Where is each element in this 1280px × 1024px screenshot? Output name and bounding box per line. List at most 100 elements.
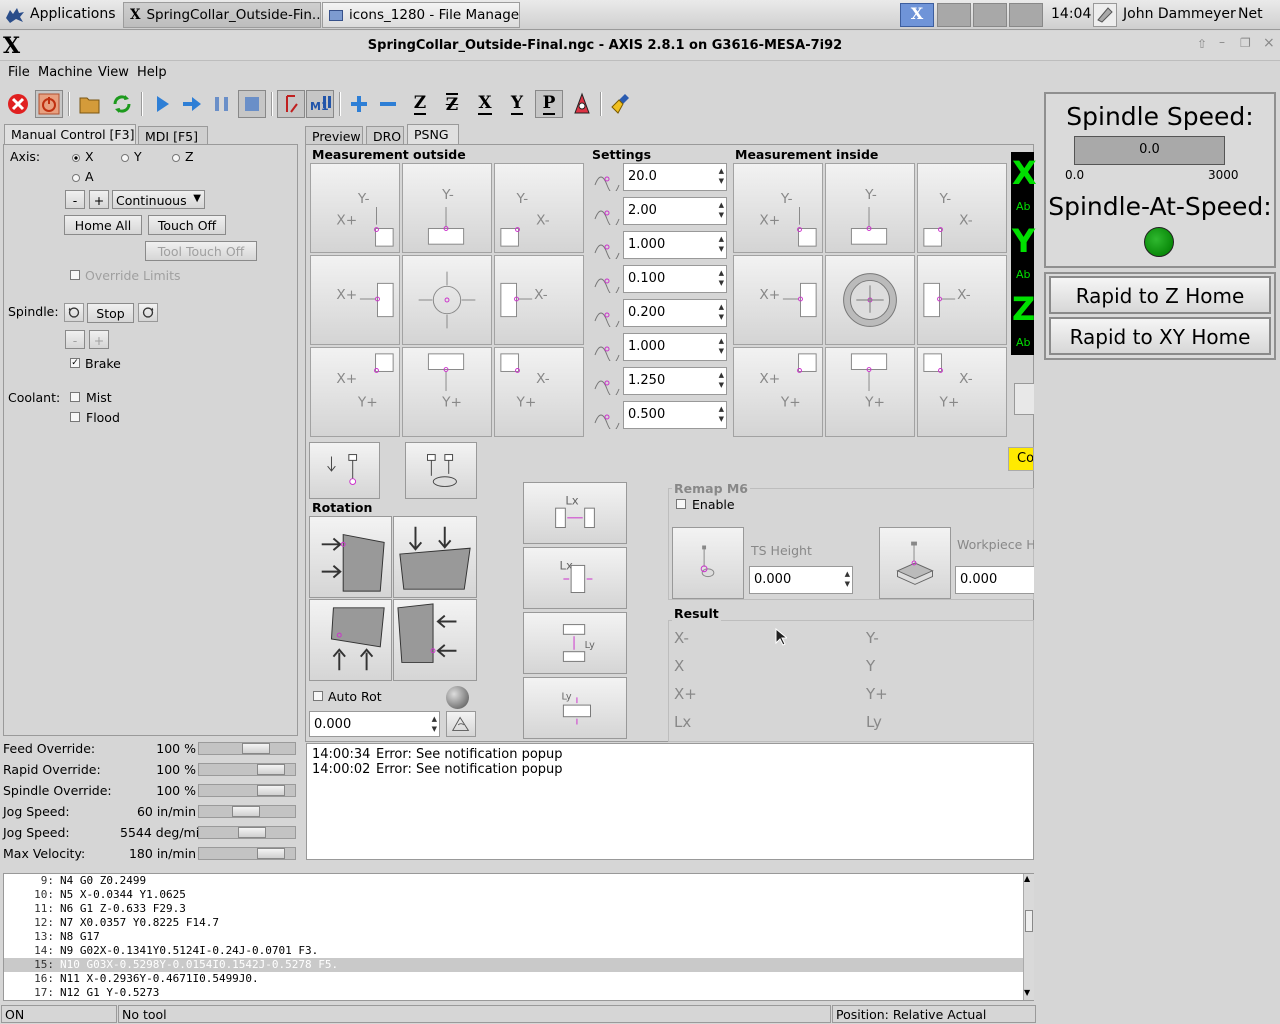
ts-height-spinbox[interactable]: 0.000 ▲ ▼ (749, 566, 853, 594)
machine-power-button[interactable] (35, 90, 63, 118)
brake-checkbox[interactable]: ✓ (70, 358, 80, 368)
close-icon[interactable]: × (1263, 35, 1275, 51)
slider-knob[interactable] (257, 785, 285, 796)
gcode-line[interactable]: 16: N11 X-0.2936Y-0.4671I0.5499J0. (4, 972, 1033, 986)
spin-arrows-icon[interactable]: ▲ ▼ (719, 234, 724, 254)
spin-arrows-icon[interactable]: ▲ ▼ (719, 200, 724, 220)
spindle-slower-button[interactable]: - (65, 330, 85, 349)
axis-radio-y[interactable]: Y (121, 149, 142, 164)
run-program-icon[interactable] (148, 90, 176, 118)
rotation-top-button[interactable] (393, 516, 477, 598)
rotation-left-button[interactable] (309, 516, 392, 598)
workspace-2[interactable] (937, 3, 971, 27)
rotation-value-spinbox[interactable]: 0.000 ▲ ▼ (309, 711, 440, 737)
axis-radio-a[interactable]: A (72, 169, 94, 184)
minimize-icon[interactable]: – (1219, 35, 1225, 49)
open-file-icon[interactable] (76, 90, 104, 118)
probe-outside-bottom-button[interactable]: Y+ (402, 347, 492, 437)
probe-outside-top-button[interactable]: Y- (402, 163, 492, 253)
rotation-right-button[interactable] (393, 599, 477, 681)
gcode-line[interactable]: 9: N4 G0 Z0.2499 (4, 874, 1033, 888)
gcode-line[interactable]: 11: N6 G1 Z-0.633 F29.3 (4, 902, 1033, 916)
stop-program-icon[interactable] (238, 90, 266, 118)
menu-machine[interactable]: Machine (38, 65, 92, 80)
spin-arrows-icon[interactable]: ▲ ▼ (719, 404, 724, 424)
jog-mode-select[interactable]: Continuous ▼ (112, 190, 205, 209)
gcode-scrollbar[interactable]: ▲ ▼ (1023, 874, 1034, 1000)
axis-radio-z[interactable]: Z (172, 149, 194, 164)
ts-height-button[interactable] (672, 527, 744, 599)
gcode-line[interactable]: 10: N5 X-0.0344 Y1.0625 (4, 888, 1033, 902)
measure-ly-outside-button[interactable]: Ly (523, 612, 627, 674)
zoom-in-icon[interactable] (345, 90, 373, 118)
probe-outside-top-right-button[interactable]: Y- X- (494, 163, 584, 253)
scroll-down-icon[interactable]: ▼ (1024, 988, 1030, 997)
probe-down-button[interactable] (309, 442, 380, 499)
zoom-out-icon[interactable] (374, 90, 402, 118)
workspace-1[interactable]: X (900, 3, 934, 27)
optional-stop-icon[interactable]: M1 (306, 90, 334, 118)
rapid-xy-home-button[interactable]: Rapid to XY Home (1049, 317, 1271, 355)
menu-help[interactable]: Help (137, 65, 167, 80)
view-perspective-icon[interactable]: P (535, 90, 563, 118)
workspace-3[interactable] (973, 3, 1007, 27)
slider-knob[interactable] (242, 743, 270, 754)
spin-arrows-icon[interactable]: ▲ ▼ (719, 166, 724, 186)
probe-outside-left-button[interactable]: X+ (310, 255, 400, 345)
gcode-line[interactable]: 14: N9 G02X-0.1341Y0.5124I-0.24J-0.0701 F… (4, 944, 1033, 958)
probe-outside-center-button[interactable] (402, 255, 492, 345)
view-x-icon[interactable]: X (471, 90, 499, 118)
override-slider[interactable] (198, 847, 296, 860)
applications-menu[interactable]: Applications (30, 6, 116, 22)
tab-preview[interactable]: Preview (305, 126, 363, 146)
net-indicator[interactable]: Net (1238, 6, 1263, 22)
gcode-line[interactable]: 12: N7 X0.0357 Y0.8225 F14.7 (4, 916, 1033, 930)
partial-button[interactable] (1014, 383, 1034, 415)
view-z2-icon[interactable]: Z (438, 90, 466, 118)
view-z-icon[interactable]: Z (406, 90, 434, 118)
spindle-ccw-icon[interactable] (64, 303, 84, 322)
workpiece-height-button[interactable] (879, 527, 951, 599)
setting-spinbox[interactable]: 0.500 ▲ ▼ (623, 401, 727, 429)
probe-inside-right-button[interactable]: X- (917, 255, 1007, 345)
co-button[interactable]: Co (1008, 447, 1034, 471)
tab-manual-control[interactable]: Manual Control [F3] (4, 124, 136, 144)
applications-menu-icon[interactable] (4, 4, 26, 26)
gcode-listing[interactable]: 9: N4 G0 Z0.2499 10: N5 X-0.0344 Y1.0625 11:… (3, 873, 1034, 1001)
pause-icon[interactable] (208, 90, 236, 118)
setting-spinbox[interactable]: 20.0 ▲ ▼ (623, 163, 727, 191)
spin-arrows-icon[interactable]: ▲ ▼ (719, 370, 724, 390)
remap-enable-checkbox[interactable] (676, 499, 686, 509)
estop-button[interactable] (4, 90, 32, 118)
slider-knob[interactable] (257, 848, 285, 859)
tab-dro[interactable]: DRO (366, 126, 404, 146)
probe-inside-center-button[interactable] (825, 255, 915, 345)
axis-radio-x[interactable]: X (72, 149, 94, 164)
tool-measure-button[interactable] (405, 442, 477, 499)
workspace-4[interactable] (1009, 3, 1043, 27)
probe-inside-top-right-button[interactable]: Y- X- (917, 163, 1007, 253)
scroll-up-icon[interactable]: ▲ (1024, 874, 1030, 883)
mist-checkbox[interactable] (70, 392, 80, 402)
menu-view[interactable]: View (98, 65, 129, 80)
tab-psng[interactable]: PSNG (407, 124, 459, 144)
block-delete-icon[interactable] (277, 90, 305, 118)
probe-inside-top-button[interactable]: Y- (825, 163, 915, 253)
reload-icon[interactable] (108, 90, 136, 118)
setting-spinbox[interactable]: 0.200 ▲ ▼ (623, 299, 727, 327)
measure-ly-inside-button[interactable]: Ly (523, 677, 627, 739)
override-slider[interactable] (198, 826, 296, 839)
tool-touch-off-button[interactable]: Tool Touch Off (145, 241, 257, 261)
step-icon[interactable] (178, 90, 206, 118)
override-slider[interactable] (198, 742, 296, 755)
flood-checkbox[interactable] (70, 412, 80, 422)
probe-outside-top-left-button[interactable]: Y- X+ (310, 163, 400, 253)
workpiece-height-spinbox[interactable]: 0.000 (955, 566, 1034, 594)
probe-outside-bottom-left-button[interactable]: X+ Y+ (310, 347, 400, 437)
menu-file[interactable]: File (8, 65, 30, 80)
spindle-faster-button[interactable]: + (89, 330, 109, 349)
probe-inside-left-button[interactable]: X+ (733, 255, 823, 345)
spin-arrows-icon[interactable]: ▲ ▼ (719, 268, 724, 288)
measure-lx-outside-button[interactable]: Lx (523, 482, 627, 544)
scroll-thumb[interactable] (1025, 910, 1033, 932)
